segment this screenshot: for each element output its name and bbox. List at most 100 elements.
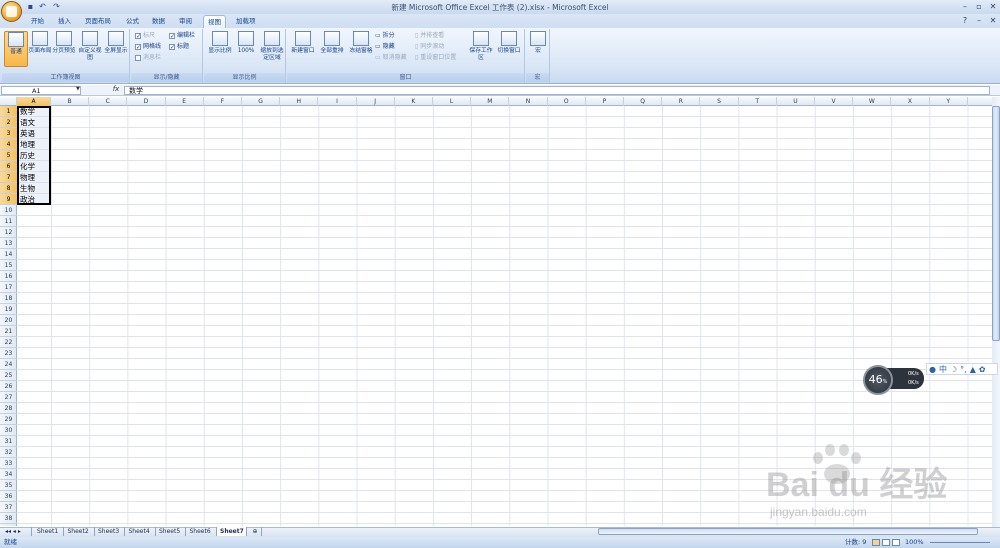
row-header[interactable]: 31: [0, 436, 17, 447]
cell-a5[interactable]: 历史: [18, 150, 50, 161]
switch-windows-button[interactable]: 切换窗口: [495, 31, 523, 67]
column-header[interactable]: K: [395, 97, 433, 106]
custom-views-button[interactable]: 自定义视图: [78, 31, 102, 67]
doc-close-icon[interactable]: ✕: [986, 15, 1000, 26]
page-break-status-icon[interactable]: [892, 539, 900, 546]
column-header[interactable]: J: [357, 97, 395, 106]
insert-function-icon[interactable]: fx: [110, 85, 122, 95]
row-header[interactable]: 13: [0, 238, 17, 249]
column-header[interactable]: C: [89, 97, 128, 106]
row-header[interactable]: 4: [0, 139, 17, 150]
synchronous-scrolling-button[interactable]: ▯ 同步滚动: [415, 42, 444, 52]
normal-view-button[interactable]: 普通: [4, 31, 28, 67]
column-header[interactable]: N: [509, 97, 548, 106]
column-header[interactable]: B: [51, 97, 90, 106]
tab-addins[interactable]: 加载项: [232, 15, 260, 28]
maximize-icon[interactable]: ▫: [972, 1, 986, 12]
row-header[interactable]: 38: [0, 513, 17, 524]
skin-icon[interactable]: ▲: [970, 364, 976, 374]
close-icon[interactable]: ✕: [986, 1, 1000, 12]
name-box[interactable]: A1: [1, 86, 81, 95]
column-header[interactable]: P: [586, 97, 624, 106]
zoom-to-selection-button[interactable]: 缩放到选定区域: [258, 31, 286, 67]
row-header[interactable]: 32: [0, 447, 17, 458]
row-header[interactable]: 25: [0, 370, 17, 381]
column-header[interactable]: A: [17, 97, 51, 106]
row-header[interactable]: 22: [0, 337, 17, 348]
row-header[interactable]: 16: [0, 271, 17, 282]
sheet-nav-arrows[interactable]: ◂◂ ◂ ▸ ▸▸: [2, 527, 32, 544]
row-header[interactable]: 28: [0, 403, 17, 414]
column-header[interactable]: E: [166, 97, 204, 106]
cell-a8[interactable]: 生物: [18, 183, 50, 194]
row-header[interactable]: 37: [0, 502, 17, 513]
column-header[interactable]: U: [777, 97, 815, 106]
freeze-panes-button[interactable]: 冻结窗格: [347, 31, 375, 67]
row-header[interactable]: 24: [0, 359, 17, 370]
zoom-button[interactable]: 显示比例: [206, 31, 234, 67]
punctuation-icon[interactable]: °,: [960, 364, 967, 374]
column-header[interactable]: O: [548, 97, 586, 106]
row-header[interactable]: 19: [0, 304, 17, 315]
row-header[interactable]: 9: [0, 194, 17, 205]
row-header[interactable]: 17: [0, 282, 17, 293]
row-header[interactable]: 35: [0, 480, 17, 491]
page-layout-status-icon[interactable]: [882, 539, 890, 546]
ime-language[interactable]: 中: [939, 364, 947, 374]
row-header[interactable]: 11: [0, 216, 17, 227]
row-header[interactable]: 6: [0, 161, 17, 172]
memory-gauge[interactable]: 46%: [863, 365, 893, 395]
tab-insert[interactable]: 插入: [54, 15, 75, 28]
tab-review[interactable]: 审阅: [175, 15, 196, 28]
row-header[interactable]: 21: [0, 326, 17, 337]
cell-a9[interactable]: 政治: [18, 194, 50, 205]
row-header[interactable]: 7: [0, 172, 17, 183]
zoom-slider[interactable]: [930, 542, 990, 543]
column-header[interactable]: W: [853, 97, 892, 106]
page-break-preview-button[interactable]: 分页预览: [52, 31, 76, 67]
column-header[interactable]: R: [662, 97, 701, 106]
sheet-tab[interactable]: Sheet3: [95, 527, 125, 536]
row-header[interactable]: 12: [0, 227, 17, 238]
zoom-100-button[interactable]: 100%: [235, 31, 257, 67]
chevron-down-icon[interactable]: ▼: [76, 86, 80, 92]
column-header[interactable]: V: [815, 97, 854, 106]
row-header[interactable]: 2: [0, 117, 17, 128]
column-header[interactable]: G: [242, 97, 281, 106]
row-header[interactable]: 1: [0, 106, 17, 117]
gridlines-checkbox[interactable]: ✓ 网格线: [135, 42, 161, 52]
tab-page-layout[interactable]: 页面布局: [81, 15, 115, 28]
column-header[interactable]: Y: [930, 97, 968, 106]
row-header[interactable]: 14: [0, 249, 17, 260]
column-header[interactable]: I: [318, 97, 357, 106]
row-header[interactable]: 34: [0, 469, 17, 480]
column-header[interactable]: S: [700, 97, 739, 106]
page-layout-view-button[interactable]: 页面布局: [28, 31, 52, 67]
column-header[interactable]: M: [471, 97, 510, 106]
hide-button[interactable]: ▭ 隐藏: [375, 42, 395, 52]
message-bar-checkbox[interactable]: 消息栏: [135, 53, 161, 63]
new-window-button[interactable]: 新建窗口: [289, 31, 317, 67]
office-button[interactable]: [1, 1, 22, 22]
normal-layout-icon[interactable]: [872, 539, 880, 546]
minimize-icon[interactable]: –: [958, 1, 972, 12]
row-header[interactable]: 10: [0, 205, 17, 216]
cell-a6[interactable]: 化学: [18, 161, 50, 172]
sheet-tab[interactable]: Sheet6: [187, 527, 217, 536]
cell-a3[interactable]: 英语: [18, 128, 50, 139]
view-side-by-side-button[interactable]: ▯ 并排查看: [415, 31, 444, 41]
settings-icon[interactable]: ✿: [979, 364, 986, 374]
cell-a1[interactable]: 数学: [18, 106, 50, 117]
save-workspace-button[interactable]: 保存工作区: [468, 31, 494, 67]
split-button[interactable]: ▭ 拆分: [375, 31, 395, 41]
sheet-tab[interactable]: Sheet5: [156, 527, 186, 536]
insert-sheet-icon[interactable]: ⊕: [250, 527, 262, 536]
sheet-tab[interactable]: Sheet7: [217, 527, 247, 536]
arrange-all-button[interactable]: 全部重排: [318, 31, 346, 67]
ruler-checkbox[interactable]: ✓ 标尺: [135, 31, 155, 41]
reset-window-position-button[interactable]: ▯ 重设窗口位置: [415, 53, 456, 63]
tab-home[interactable]: 开始: [27, 15, 48, 28]
row-header[interactable]: 15: [0, 260, 17, 271]
row-header[interactable]: 30: [0, 425, 17, 436]
tab-view[interactable]: 视图: [203, 15, 226, 28]
